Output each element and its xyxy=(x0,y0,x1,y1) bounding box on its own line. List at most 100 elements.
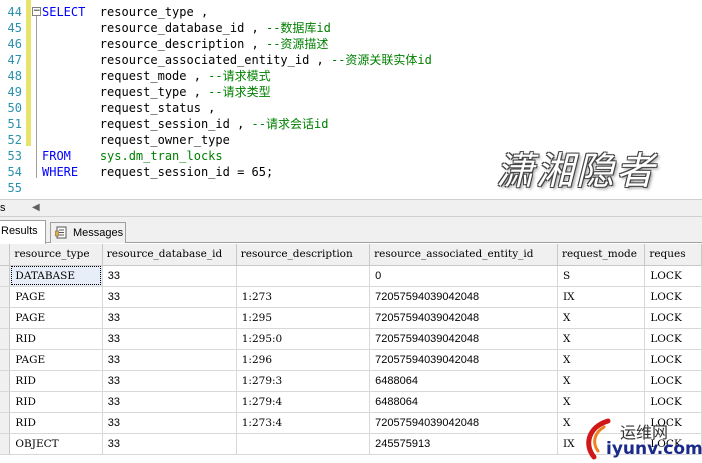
grid-cell[interactable]: LOCK xyxy=(644,328,702,350)
grid-cell[interactable]: 0 xyxy=(369,265,558,287)
column-header[interactable]: resource_description xyxy=(236,244,371,266)
table-row[interactable]: PAGE 33 1:273 72057594039042048 IX LOCK xyxy=(0,286,702,308)
grid-cell[interactable]: RID xyxy=(9,391,103,413)
grid-cell[interactable]: 6488064 xyxy=(369,391,558,413)
grid-cell[interactable]: 33 xyxy=(102,349,237,371)
row-header[interactable] xyxy=(0,286,11,308)
sql-text: request_status , xyxy=(42,101,216,115)
grid-cell[interactable]: 245575913 xyxy=(369,433,558,455)
sql-text: resource_type , xyxy=(85,5,209,19)
grid-cell[interactable]: 33 xyxy=(102,370,237,392)
table-row[interactable]: PAGE 33 1:296 72057594039042048 X LOCK xyxy=(0,349,702,371)
grid-cell[interactable]: 72057594039042048 xyxy=(369,286,558,308)
line-number: 52 xyxy=(7,133,22,147)
grid-cell[interactable] xyxy=(236,433,371,455)
grid-cell[interactable]: 33 xyxy=(102,307,237,329)
column-header[interactable]: resource_associated_entity_id xyxy=(369,244,558,266)
grid-cell[interactable]: 33 xyxy=(102,328,237,350)
table-row[interactable]: DATABASE 33 0 S LOCK xyxy=(0,265,702,287)
grid-cell[interactable]: RID xyxy=(9,370,103,392)
grid-cell[interactable]: 33 xyxy=(102,433,237,455)
grid-cell[interactable]: 1:295 xyxy=(236,307,371,329)
grid-cell[interactable]: 33 xyxy=(102,286,237,308)
grid-cell[interactable]: RID xyxy=(9,412,103,434)
grid-cell[interactable]: 1:279:3 xyxy=(236,370,371,392)
scroll-left-icon[interactable]: ◀ xyxy=(32,202,40,213)
sql-keyword: SELECT xyxy=(42,5,86,19)
code-line[interactable]: FROM sys.dm_tran_locks xyxy=(42,148,223,164)
row-header[interactable] xyxy=(0,370,11,392)
row-header[interactable] xyxy=(0,412,11,434)
sql-comment: --请求模式 xyxy=(208,69,271,83)
row-header[interactable] xyxy=(0,433,11,455)
tab-messages[interactable]: Messages xyxy=(50,222,126,243)
grid-cell[interactable]: 1:296 xyxy=(236,349,371,371)
code-line[interactable]: request_owner_type xyxy=(42,132,230,148)
code-line[interactable]: request_status , xyxy=(42,100,216,116)
row-header[interactable] xyxy=(0,349,11,371)
code-line[interactable]: resource_associated_entity_id , --资源关联实体… xyxy=(42,52,432,68)
editor-horizontal-scrollbar[interactable]: s ◀ xyxy=(0,199,702,217)
collapse-region-icon[interactable]: − xyxy=(32,7,41,16)
grid-cell[interactable]: LOCK xyxy=(644,286,702,308)
row-header[interactable] xyxy=(0,391,11,413)
tab-results[interactable]: Results xyxy=(0,220,46,244)
grid-cell[interactable]: LOCK xyxy=(644,391,702,413)
grid-cell[interactable]: S xyxy=(557,265,646,287)
grid-cell[interactable]: 72057594039042048 xyxy=(369,328,558,350)
grid-cell[interactable]: LOCK xyxy=(644,265,702,287)
grid-cell[interactable]: 1:273:4 xyxy=(236,412,371,434)
code-line[interactable]: request_session_id , --请求会话id xyxy=(42,116,329,132)
grid-cell[interactable]: RID xyxy=(9,328,103,350)
code-line[interactable]: request_type , --请求类型 xyxy=(42,84,271,100)
grid-cell[interactable]: X xyxy=(557,328,646,350)
code-line[interactable]: SELECT resource_type , xyxy=(42,4,208,20)
grid-cell[interactable]: LOCK xyxy=(644,370,702,392)
grid-cell[interactable]: X xyxy=(557,391,646,413)
table-row[interactable]: RID 33 1:279:3 6488064 X LOCK xyxy=(0,370,702,392)
grid-cell[interactable]: LOCK xyxy=(644,349,702,371)
grid-cell[interactable]: DATABASE xyxy=(9,265,103,287)
grid-corner[interactable] xyxy=(0,244,11,266)
column-header[interactable]: reques xyxy=(644,244,702,266)
grid-cell[interactable]: X xyxy=(557,349,646,371)
grid-cell[interactable] xyxy=(236,265,371,287)
grid-cell[interactable]: PAGE xyxy=(9,307,103,329)
grid-cell[interactable]: LOCK xyxy=(644,307,702,329)
sql-editor[interactable]: 44 45 46 47 48 49 50 51 52 53 54 55 − SELECT resour… xyxy=(0,0,702,199)
code-line[interactable]: WHERE request_session_id = 65; xyxy=(42,164,273,180)
table-row[interactable]: RID 33 1:279:4 6488064 X LOCK xyxy=(0,391,702,413)
code-line[interactable]: resource_description , --资源描述 xyxy=(42,36,329,52)
row-header[interactable] xyxy=(0,328,11,350)
grid-cell[interactable]: X xyxy=(557,307,646,329)
grid-cell[interactable]: X xyxy=(557,370,646,392)
grid-cell[interactable]: IX xyxy=(557,286,646,308)
table-row[interactable]: PAGE 33 1:295 72057594039042048 X LOCK xyxy=(0,307,702,329)
row-header[interactable] xyxy=(0,265,11,287)
grid-cell[interactable]: PAGE xyxy=(9,286,103,308)
grid-cell[interactable]: 33 xyxy=(102,412,237,434)
code-line[interactable]: request_mode , --请求模式 xyxy=(42,68,271,84)
grid-cell[interactable]: 1:295:0 xyxy=(236,328,371,350)
grid-cell[interactable]: 33 xyxy=(102,265,237,287)
grid-cell[interactable]: 33 xyxy=(102,391,237,413)
grid-cell[interactable]: PAGE xyxy=(9,349,103,371)
code-line[interactable]: resource_database_id , --数据库id xyxy=(42,20,331,36)
grid-cell[interactable]: 72057594039042048 xyxy=(369,349,558,371)
sql-text: resource_associated_entity_id , xyxy=(42,53,331,67)
grid-cell[interactable]: 1:279:4 xyxy=(236,391,371,413)
grid-cell[interactable]: OBJECT xyxy=(9,433,103,455)
zoom-level[interactable]: s xyxy=(0,202,6,214)
grid-cell[interactable]: 72057594039042048 xyxy=(369,307,558,329)
column-header[interactable]: request_mode xyxy=(557,244,646,266)
grid-cell[interactable]: 1:273 xyxy=(236,286,371,308)
row-header[interactable] xyxy=(0,307,11,329)
sql-keyword: WHERE xyxy=(42,165,79,179)
column-header[interactable]: resource_database_id xyxy=(102,244,237,266)
column-header[interactable]: resource_type xyxy=(9,244,103,266)
grid-cell[interactable]: 6488064 xyxy=(369,370,558,392)
table-row[interactable]: RID 33 1:295:0 72057594039042048 X LOCK xyxy=(0,328,702,350)
grid-cell[interactable]: 72057594039042048 xyxy=(369,412,558,434)
line-number: 50 xyxy=(7,101,22,115)
sql-comment: --请求会话id xyxy=(251,117,329,131)
